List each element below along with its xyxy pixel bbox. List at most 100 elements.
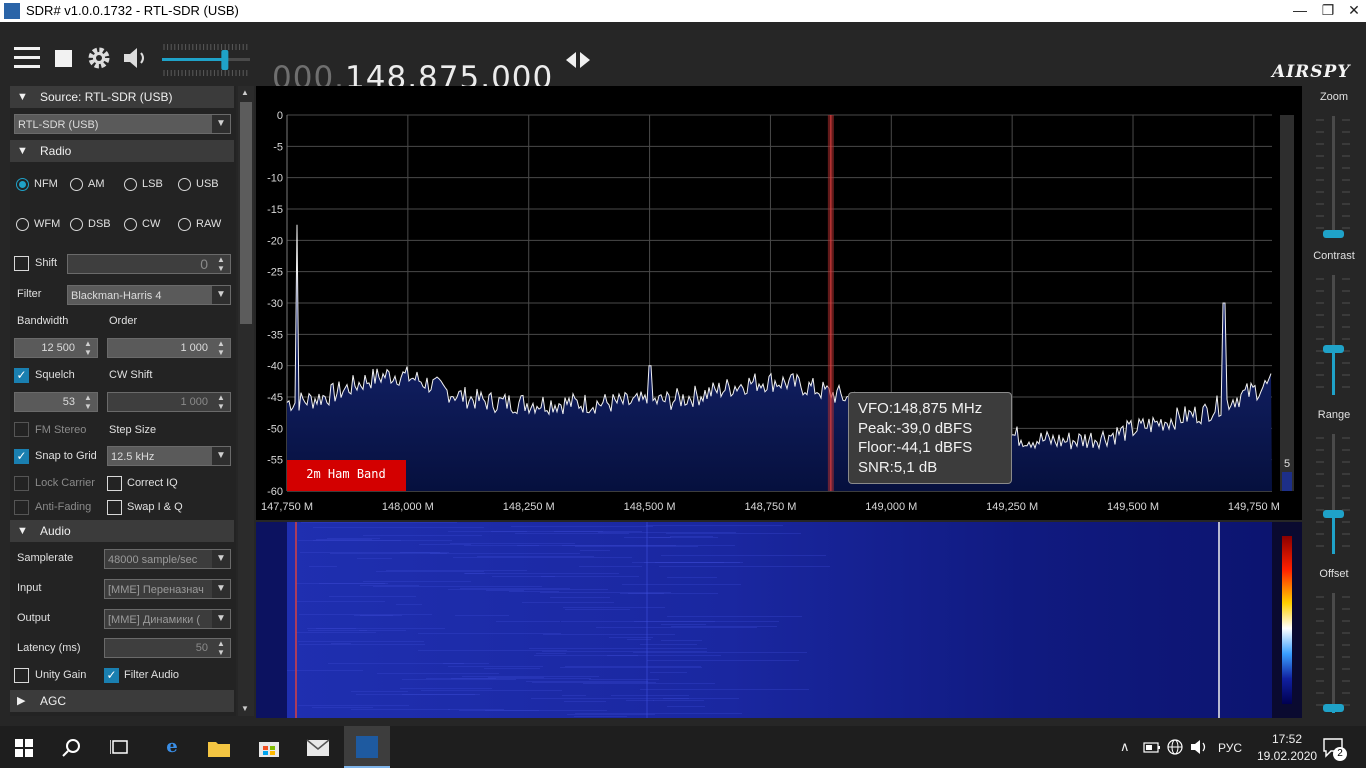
chevron-down-icon: ▼ xyxy=(212,580,230,598)
output-device-select[interactable]: [MME] Динамики (▼ xyxy=(104,609,231,629)
mode-label-usb: USB xyxy=(196,178,219,190)
squelch-checkbox[interactable]: ✓ xyxy=(14,368,29,383)
radio-section-header[interactable]: ▼ Radio xyxy=(10,140,234,162)
spinner-arrows-icon[interactable]: ▲ ▼ xyxy=(214,339,228,357)
mode-radio-wfm[interactable] xyxy=(16,218,29,231)
cwshift-value: 1 000 xyxy=(180,396,208,408)
edge-icon[interactable]: e xyxy=(148,726,196,768)
source-device-select[interactable]: RTL-SDR (USB) ▼ xyxy=(14,114,231,134)
waterfall-streak xyxy=(579,566,642,567)
waterfall-streak xyxy=(532,682,656,683)
tooltip-floor: Floor:-44,1 dBFS xyxy=(858,439,973,456)
keyboard-language[interactable]: РУС xyxy=(1218,741,1242,755)
chevron-down-icon: ▼ xyxy=(212,115,230,133)
menu-icon[interactable] xyxy=(14,46,42,70)
filter-audio-checkbox[interactable]: ✓ xyxy=(104,668,119,683)
waterfall-streak xyxy=(448,709,504,710)
stepsize-select[interactable]: 12.5 kHz ▼ xyxy=(107,446,231,466)
mode-radio-cw[interactable] xyxy=(124,218,137,231)
waterfall-streak xyxy=(402,694,475,695)
order-spinner[interactable]: 1 000 ▲ ▼ xyxy=(107,338,231,358)
spinner-arrows-icon[interactable]: ▲ ▼ xyxy=(81,339,95,357)
shift-spinner[interactable]: 0 ▲ ▼ xyxy=(67,254,231,274)
right-sliders[interactable] xyxy=(1302,86,1366,718)
lock-carrier-checkbox[interactable] xyxy=(14,476,29,491)
waterfall-streak xyxy=(667,706,705,707)
store-icon[interactable] xyxy=(258,736,280,758)
battery-icon[interactable] xyxy=(1143,742,1161,753)
spinner-arrows-icon[interactable]: ▲ ▼ xyxy=(214,255,228,273)
mode-radio-dsb[interactable] xyxy=(70,218,83,231)
waterfall-streak xyxy=(419,544,471,545)
squelch-label: Squelch xyxy=(35,369,75,381)
waterfall-display[interactable] xyxy=(256,522,1302,718)
bandwidth-spinner[interactable]: 12 500 ▲ ▼ xyxy=(14,338,98,358)
mode-radio-am[interactable] xyxy=(70,178,83,191)
x-tick-label: 148,000 M xyxy=(382,501,434,513)
waterfall-streak xyxy=(540,592,671,593)
spectrum-analyzer[interactable]: 0 -5 -10 -15 -20 -25 -30 -35 -40 -45 -50 -55 -60 147,… xyxy=(256,86,1302,520)
task-view-icon[interactable] xyxy=(110,739,130,757)
scroll-up-icon[interactable]: ▲ xyxy=(241,88,249,97)
filter-select[interactable]: Blackman-Harris 4 ▼ xyxy=(67,285,231,305)
latency-spinner[interactable]: 50 ▲ ▼ xyxy=(104,638,231,658)
tray-expand-icon[interactable]: ∧ xyxy=(1120,739,1130,755)
waterfall-streak xyxy=(562,695,586,696)
spectrum-plot[interactable]: 0 -5 -10 -15 -20 -25 -30 -35 -40 -45 -50 -55 -60 147,… xyxy=(256,86,1302,520)
waterfall-streak xyxy=(421,690,562,691)
snap-to-grid-checkbox[interactable]: ✓ xyxy=(14,449,29,464)
windows-start-icon[interactable] xyxy=(15,739,33,757)
gear-icon[interactable] xyxy=(86,45,112,71)
waterfall-left-margin xyxy=(256,522,287,718)
waterfall-streak xyxy=(298,641,424,642)
mode-label-cw: CW xyxy=(142,218,161,230)
network-icon[interactable] xyxy=(1167,739,1183,755)
file-explorer-icon[interactable] xyxy=(207,738,231,758)
search-icon[interactable] xyxy=(62,738,82,758)
swap-iq-checkbox[interactable] xyxy=(107,500,122,515)
tune-arrows-icon[interactable] xyxy=(564,50,592,70)
source-section-header[interactable]: ▼ Source: RTL-SDR (USB) xyxy=(10,86,234,108)
samplerate-select[interactable]: 48000 sample/sec ▼ xyxy=(104,549,231,569)
waterfall-streak xyxy=(522,602,614,603)
speaker-icon[interactable] xyxy=(122,46,150,70)
input-device-select[interactable]: [MME] Переназнач ▼ xyxy=(104,579,231,599)
filter-value: Blackman-Harris 4 xyxy=(71,290,162,302)
scrollbar-thumb[interactable] xyxy=(240,102,252,324)
volume-slider[interactable] xyxy=(160,42,252,78)
lock-carrier-label: Lock Carrier xyxy=(35,477,95,489)
clock-date[interactable]: 19.02.2020 xyxy=(1257,749,1317,763)
mail-icon[interactable] xyxy=(306,739,330,757)
waterfall-streak xyxy=(517,545,676,546)
spinner-arrows-icon[interactable]: ▲ ▼ xyxy=(81,393,95,411)
waterfall-streak xyxy=(455,615,509,616)
waterfall-streak xyxy=(622,584,741,585)
volume-tray-icon[interactable] xyxy=(1190,739,1208,755)
waterfall-streak xyxy=(649,537,671,538)
mode-radio-usb[interactable] xyxy=(178,178,191,191)
clock-time[interactable]: 17:52 xyxy=(1257,732,1317,746)
sdrsharp-taskbar-button[interactable] xyxy=(344,726,390,768)
x-tick-label: 148,750 M xyxy=(744,501,796,513)
collapse-arrow-icon: ▼ xyxy=(17,525,28,537)
waterfall-streak xyxy=(462,676,599,677)
squelch-spinner[interactable]: 53 ▲ ▼ xyxy=(14,392,98,412)
mode-radio-nfm[interactable] xyxy=(16,178,29,191)
stop-icon[interactable] xyxy=(54,49,74,69)
left-panel-scrollbar[interactable]: ▲ ▼ xyxy=(238,86,254,716)
scroll-down-icon[interactable]: ▼ xyxy=(241,704,249,713)
unity-gain-checkbox[interactable] xyxy=(14,668,29,683)
close-button[interactable]: ✕ xyxy=(1338,0,1366,22)
waterfall-plot[interactable] xyxy=(256,522,1302,718)
shift-checkbox[interactable] xyxy=(14,256,29,271)
spinner-arrows-icon[interactable]: ▲ ▼ xyxy=(214,393,228,411)
cwshift-spinner[interactable]: 1 000 ▲ ▼ xyxy=(107,392,231,412)
anti-fading-checkbox[interactable] xyxy=(14,500,29,515)
agc-section-header[interactable]: ▶ AGC xyxy=(10,690,234,712)
correct-iq-checkbox[interactable] xyxy=(107,476,122,491)
fmstereo-checkbox[interactable] xyxy=(14,422,29,437)
mode-radio-lsb[interactable] xyxy=(124,178,137,191)
spinner-arrows-icon[interactable]: ▲ ▼ xyxy=(214,639,228,657)
mode-radio-raw[interactable] xyxy=(178,218,191,231)
audio-section-header[interactable]: ▼ Audio xyxy=(10,520,234,542)
